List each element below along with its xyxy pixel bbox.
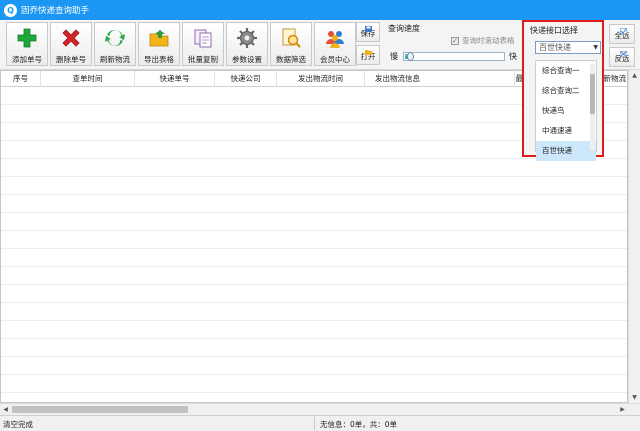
horizontal-scroll-thumb[interactable] — [12, 406, 188, 413]
add-number-label: 添加单号 — [12, 55, 42, 64]
courier-list-scrollbar[interactable] — [590, 64, 595, 150]
speed-fast-label: 快 — [509, 52, 517, 61]
batch-copy-label: 批量复制 — [188, 55, 218, 64]
delete-number-label: 删除单号 — [56, 55, 86, 64]
speed-slider[interactable] — [403, 52, 505, 61]
column-header-tracking-number[interactable]: 快递单号 — [135, 71, 215, 87]
delete-x-icon — [60, 27, 82, 49]
refresh-logistics-button[interactable]: 刷新物流 — [94, 22, 136, 66]
auto-scroll-checkbox[interactable]: ✓ 查询时滚动表格 — [451, 35, 515, 46]
refresh-logistics-label: 刷新物流 — [100, 55, 130, 64]
invert-selection-button[interactable]: 反选 — [609, 47, 635, 67]
app-logo-icon: Q — [4, 3, 17, 17]
gear-icon — [236, 27, 258, 49]
delete-number-button[interactable]: 删除单号 — [50, 22, 92, 66]
window-title: 固乔快递查询助手 — [21, 6, 90, 16]
table-vertical-scrollbar[interactable]: ▲ ▼ — [628, 70, 640, 403]
courier-options-list: 综合查询一 综合查询二 快递鸟 中通速递 百世快递 — [535, 60, 597, 161]
member-center-label: 会员中心 — [320, 55, 350, 64]
speed-slider-thumb[interactable] — [407, 52, 414, 61]
status-bar: 清空完成 无信息：0单，共：0单 — [0, 415, 640, 431]
title-bar: Q 固乔快递查询助手 — [0, 0, 640, 20]
query-speed-panel: 查询速度 ✓ 查询时滚动表格 慢 快 — [384, 22, 522, 68]
courier-interface-panel: 快递接口选择 百世快递 ▼ 综合查询一 综合查询二 快递鸟 中通速递 百世快递 — [522, 20, 604, 161]
column-header-query-time[interactable]: 查单时间 — [41, 71, 135, 87]
column-header-dispatch-time[interactable]: 发出物流时间 — [277, 71, 365, 87]
courier-option[interactable]: 综合查询一 — [536, 61, 596, 81]
data-filter-label: 数据筛选 — [276, 55, 306, 64]
export-folder-icon — [148, 27, 170, 49]
batch-copy-button[interactable]: 批量复制 — [182, 22, 224, 66]
plus-icon — [16, 27, 38, 49]
courier-option[interactable]: 综合查询二 — [536, 81, 596, 101]
select-all-button[interactable]: 全选 — [609, 24, 635, 44]
status-divider — [314, 417, 315, 430]
column-header-courier-company[interactable]: 快递公司 — [215, 71, 277, 87]
refresh-icon — [104, 27, 126, 49]
status-count: 无信息：0单，共：0单 — [320, 420, 398, 429]
export-table-label: 导出表格 — [144, 55, 174, 64]
courier-option[interactable]: 快递鸟 — [536, 101, 596, 121]
save-button[interactable]: 保存 — [356, 22, 380, 42]
save-icon — [365, 25, 372, 32]
scroll-right-icon[interactable]: ▶ — [617, 404, 628, 415]
member-center-button[interactable]: 会员中心 — [314, 22, 356, 66]
courier-list-scroll-thumb[interactable] — [590, 74, 595, 114]
data-filter-button[interactable]: 数据筛选 — [270, 22, 312, 66]
scroll-down-icon[interactable]: ▼ — [629, 392, 640, 403]
select-all-icon — [619, 27, 628, 35]
courier-option-selected[interactable]: 百世快递 — [536, 141, 596, 161]
export-table-button[interactable]: 导出表格 — [138, 22, 180, 66]
scroll-left-icon[interactable]: ◀ — [0, 404, 11, 415]
table-horizontal-scrollbar[interactable]: ◀ ▶ — [0, 403, 640, 415]
open-button[interactable]: 打开 — [356, 45, 380, 65]
open-folder-icon — [365, 48, 372, 55]
add-number-button[interactable]: 添加单号 — [6, 22, 48, 66]
copy-document-icon — [192, 27, 214, 49]
courier-selected-value: 百世快递 — [539, 43, 571, 52]
courier-interface-select[interactable]: 百世快递 ▼ — [535, 41, 601, 54]
column-header-index[interactable]: 序号 — [1, 71, 41, 87]
auto-scroll-label: 查询时滚动表格 — [462, 36, 515, 45]
filter-magnifier-icon — [280, 27, 302, 49]
courier-interface-title: 快递接口选择 — [530, 26, 578, 35]
status-message: 清空完成 — [3, 420, 33, 429]
speed-slow-label: 慢 — [390, 52, 398, 61]
settings-button[interactable]: 参数设置 — [226, 22, 268, 66]
scroll-up-icon[interactable]: ▲ — [629, 70, 640, 81]
query-speed-title: 查询速度 — [388, 24, 420, 33]
chevron-down-icon: ▼ — [593, 44, 598, 51]
members-icon — [324, 27, 346, 49]
invert-selection-icon — [619, 50, 628, 58]
checkmark-icon: ✓ — [451, 36, 459, 45]
courier-option[interactable]: 中通速递 — [536, 121, 596, 141]
column-header-dispatch-info[interactable]: 发出物流信息 — [365, 71, 515, 87]
settings-label: 参数设置 — [232, 55, 262, 64]
